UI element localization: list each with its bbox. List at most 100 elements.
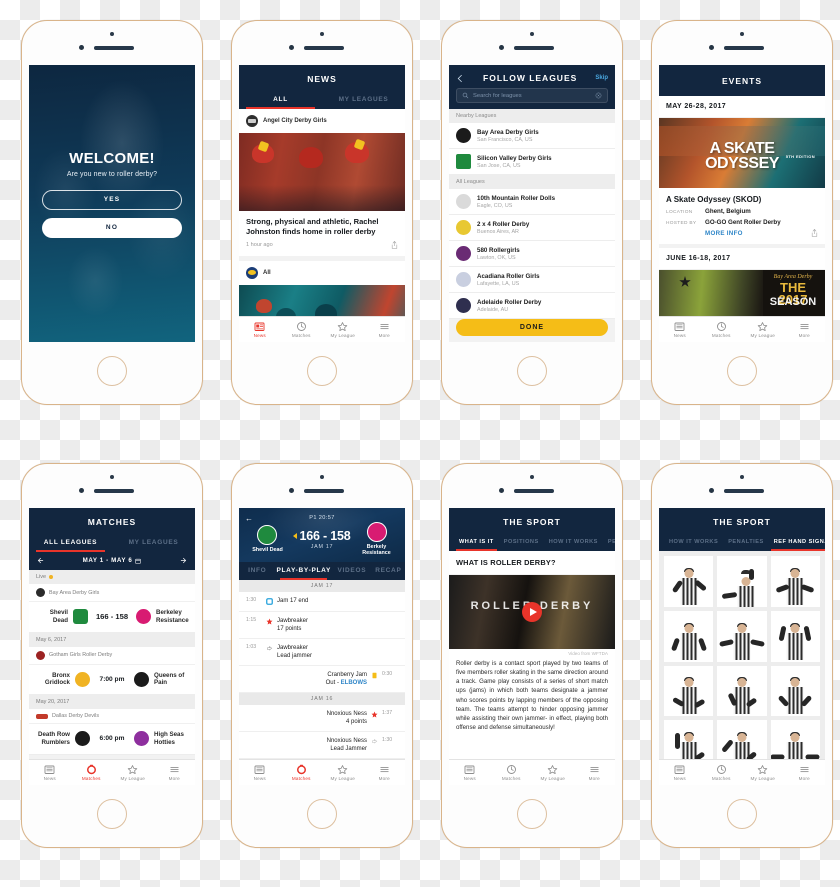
home-button[interactable] [307, 799, 337, 829]
tabbar-item-matches[interactable]: Matches [71, 760, 113, 785]
tab-info[interactable]: INFO [239, 562, 276, 580]
tabbar-item-matches[interactable]: Matches [701, 760, 743, 785]
tabbar-item-more[interactable]: More [784, 760, 826, 785]
share-icon[interactable] [811, 229, 818, 237]
no-button[interactable]: NO [42, 217, 182, 238]
league-list-item[interactable]: 10th Mountain Roller Dolls Eagle, CO, US [449, 189, 615, 215]
tabbar-item-my-league[interactable]: My League [112, 760, 154, 785]
event-poster[interactable]: Bay Area Derby THE 2017 SEASON [659, 270, 825, 316]
ref-signal-cell[interactable] [664, 610, 714, 662]
share-icon[interactable] [391, 241, 398, 249]
tabbar-item-more[interactable]: More [154, 760, 196, 785]
events-list[interactable]: MAY 26-28, 2017 A SKATE ODYSSEY 5TH EDITI… [659, 96, 825, 316]
news-card[interactable]: Angel City Derby Girls Strong, physical [239, 109, 405, 257]
tabbar-item-news[interactable]: News [449, 760, 491, 785]
ref-signal-cell[interactable] [770, 610, 820, 662]
tabbar-item-more[interactable]: More [574, 760, 616, 785]
playbyplay-feed[interactable]: JAM 17 1:30 Jam 17 end 1:15 Jawbreaker 1… [239, 580, 405, 759]
event-poster[interactable]: A SKATE ODYSSEY 5TH EDITION [659, 118, 825, 188]
done-button[interactable]: DONE [456, 319, 608, 336]
ref-signal-cell[interactable] [717, 665, 767, 717]
league-list-item[interactable]: Adelaide Roller Derby Adelaide, AU [449, 293, 615, 319]
tab-all-leagues[interactable]: ALL LEAGUES [29, 534, 112, 552]
tabbar-item-news[interactable]: News [239, 760, 281, 785]
ref-signal-cell[interactable] [717, 610, 767, 662]
ref-signal-cell[interactable] [770, 556, 820, 607]
ref-signal-cell[interactable] [717, 556, 767, 607]
ref-signal-cell[interactable] [770, 665, 820, 717]
league-list-item[interactable]: 2 x 4 Roller Derby Buenos Aires, AR [449, 215, 615, 241]
tab-recap[interactable]: RECAP [372, 562, 405, 580]
ref-signals-grid-wrap[interactable] [659, 551, 825, 759]
news-source-row[interactable]: All [239, 261, 405, 285]
tabbar-item-news[interactable]: News [659, 760, 701, 785]
next-arrow-icon[interactable] [178, 556, 187, 565]
match-row[interactable]: Bronx Gridlock 7:00 pm Queens of Pain [29, 664, 195, 695]
league-list-item[interactable]: Silicon Valley Derby Girls San Jose, CA,… [449, 149, 615, 175]
tab-penalties[interactable]: PENALTIES [723, 534, 768, 551]
tabbar-item-more[interactable]: More [364, 760, 406, 785]
news-headline[interactable]: Strong, physical and athletic, Rachel Jo… [239, 211, 405, 237]
news-card[interactable]: All [239, 261, 405, 316]
ref-signal-cell[interactable] [770, 720, 820, 759]
home-button[interactable] [517, 356, 547, 386]
tab-videos[interactable]: VIDEOS [332, 562, 372, 580]
away-team-block[interactable]: Berkely Resistance [357, 522, 397, 556]
yes-button[interactable]: YES [42, 189, 182, 210]
calendar-icon[interactable] [135, 558, 142, 564]
home-team-block[interactable]: Shevil Dead [247, 525, 287, 553]
tabbar-item-my-league[interactable]: My League [742, 760, 784, 785]
league-list-item[interactable]: Bay Area Derby Girls San Francisco, CA, … [449, 123, 615, 149]
home-button[interactable] [97, 356, 127, 386]
tab-what-is-it[interactable]: WHAT IS IT [454, 534, 499, 551]
home-button[interactable] [727, 799, 757, 829]
tab-ref-hand-signals[interactable]: REF HAND SIGNALS [769, 534, 825, 551]
tabbar-item-my-league[interactable]: My League [532, 760, 574, 785]
clear-icon[interactable] [595, 92, 602, 99]
prev-arrow-icon[interactable] [37, 556, 46, 565]
news-source-row[interactable]: Angel City Derby Girls [239, 109, 405, 133]
home-button[interactable] [727, 356, 757, 386]
tabbar-item-news[interactable]: News [659, 317, 701, 342]
penalty-link[interactable]: ELBOWS [341, 680, 367, 686]
matches-list[interactable]: Live Bay Area Derby Girls Shevil Dead 16… [29, 570, 195, 759]
tab-all[interactable]: ALL [239, 91, 322, 109]
tab-my-leagues[interactable]: MY LEAGUES [112, 534, 195, 552]
league-list-item[interactable]: Acadiana Roller Girls Lafayette, LA, US [449, 267, 615, 293]
tab-how-it-works[interactable]: HOW IT WORKS [664, 534, 723, 551]
ref-signal-cell[interactable] [717, 720, 767, 759]
tabbar-item-my-league[interactable]: My League [742, 317, 784, 342]
match-row[interactable]: Shevil Dead 166 - 158 Berkeley Resistanc… [29, 602, 195, 633]
ref-signal-cell[interactable] [664, 720, 714, 759]
ref-signal-cell[interactable] [664, 665, 714, 717]
tabbar-item-my-league[interactable]: My League [322, 317, 364, 342]
tabbar-item-my-league[interactable]: My League [322, 760, 364, 785]
league-list[interactable]: Nearby Leagues Bay Area Derby Girls San … [449, 109, 615, 342]
tab-my-leagues[interactable]: MY LEAGUES [322, 91, 405, 109]
tabbar-item-matches[interactable]: Matches [281, 317, 323, 342]
tabbar-item-news[interactable]: News [239, 317, 281, 342]
more-info-link[interactable]: MORE INFO [705, 230, 743, 237]
tabbar-item-more[interactable]: More [784, 317, 826, 342]
sport-content[interactable]: WHAT IS ROLLER DERBY? ROLLER DERBY Video… [449, 551, 615, 759]
home-button[interactable] [307, 356, 337, 386]
video-thumbnail[interactable]: ROLLER DERBY [449, 575, 615, 649]
ref-signal-cell[interactable] [664, 556, 714, 607]
league-list-item[interactable]: 580 Rollergirls Lawton, OK, US [449, 241, 615, 267]
tab-play-by-play[interactable]: PLAY-BY-PLAY [276, 562, 332, 581]
match-row[interactable]: Death Row Rumblers 6:00 pm High Seas Hot… [29, 724, 195, 755]
home-button[interactable] [517, 799, 547, 829]
tabbar-item-matches[interactable]: Matches [701, 317, 743, 342]
tab-how-it-works[interactable]: HOW IT WORKS [544, 534, 603, 551]
search-input[interactable]: Search for leagues [456, 88, 608, 103]
news-list[interactable]: Angel City Derby Girls Strong, physical [239, 109, 405, 316]
tabbar-item-news[interactable]: News [29, 760, 71, 785]
skip-button[interactable]: Skip [595, 75, 608, 81]
tab-positions[interactable]: POSITIONS [499, 534, 544, 551]
tab-penalties[interactable]: PE [603, 534, 615, 551]
back-arrow-icon[interactable] [456, 74, 465, 83]
tabbar-item-matches[interactable]: Matches [281, 760, 323, 785]
tabbar-item-matches[interactable]: Matches [491, 760, 533, 785]
home-button[interactable] [97, 799, 127, 829]
tabbar-item-more[interactable]: More [364, 317, 406, 342]
